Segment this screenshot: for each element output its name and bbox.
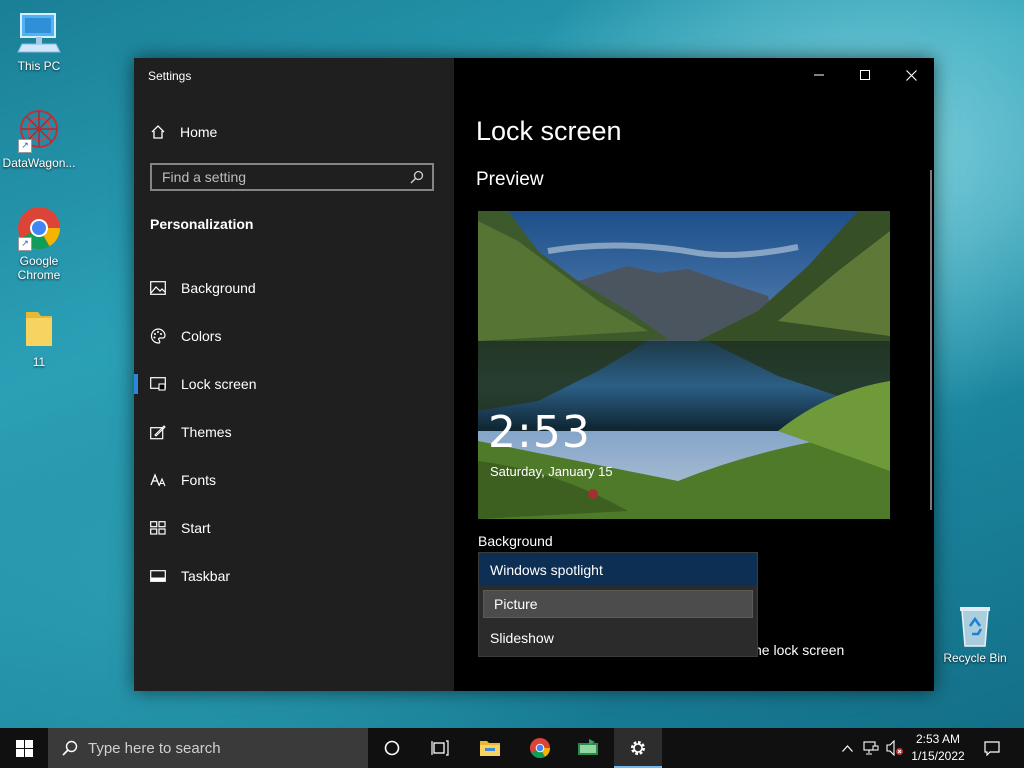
close-button[interactable] bbox=[888, 58, 934, 92]
network-icon bbox=[863, 741, 879, 755]
sidebar-item-label: Fonts bbox=[181, 472, 217, 488]
lock-screen-preview: 2:53 Saturday, January 15 bbox=[478, 211, 890, 519]
search-placeholder: Find a setting bbox=[162, 169, 247, 185]
sidebar-item-label: Start bbox=[181, 520, 211, 536]
gear-icon bbox=[631, 741, 645, 755]
taskbar-clock[interactable]: 2:53 AM 1/15/2022 bbox=[906, 731, 970, 765]
recycle-bin-icon bbox=[952, 602, 998, 648]
app-taskbar-button[interactable] bbox=[564, 728, 612, 768]
section-heading: Personalization bbox=[150, 216, 254, 232]
sidebar-item-fonts[interactable]: Fonts bbox=[134, 456, 454, 504]
home-label: Home bbox=[180, 124, 218, 140]
app-monitor-icon bbox=[578, 739, 598, 755]
picture-icon bbox=[150, 280, 166, 296]
find-setting-input[interactable]: Find a setting bbox=[150, 163, 434, 191]
themes-icon bbox=[150, 424, 166, 440]
maximize-icon bbox=[860, 70, 870, 80]
clock-date: 1/15/2022 bbox=[911, 749, 965, 763]
partial-setting-text: he lock screen bbox=[754, 642, 845, 658]
desktop-icon-recycle-bin[interactable]: Recycle Bin bbox=[937, 602, 1013, 665]
dropdown-option-windows-spotlight[interactable]: Windows spotlight bbox=[479, 553, 757, 586]
notification-icon bbox=[984, 740, 1000, 756]
preview-date: Saturday, January 15 bbox=[490, 464, 613, 479]
sidebar-item-colors[interactable]: Colors bbox=[134, 312, 454, 360]
dropdown-option-slideshow[interactable]: Slideshow bbox=[479, 621, 757, 654]
dropdown-option-picture[interactable]: Picture bbox=[483, 590, 753, 618]
desktop-icon-label: Google Chrome bbox=[17, 254, 61, 282]
sidebar-item-background[interactable]: Background bbox=[134, 264, 454, 312]
minimize-icon bbox=[814, 74, 824, 76]
minimize-button[interactable] bbox=[796, 58, 842, 92]
shortcut-arrow-icon: ↗ bbox=[18, 139, 32, 153]
home-icon bbox=[151, 125, 165, 139]
preview-time: 2:53 bbox=[488, 407, 591, 458]
settings-sidebar: Settings Home Find a setting Personaliza… bbox=[134, 58, 454, 691]
datawagon-icon: ↗ bbox=[16, 107, 62, 153]
chevron-up-icon bbox=[841, 744, 853, 752]
windows-logo-icon bbox=[15, 739, 33, 757]
settings-taskbar-button[interactable] bbox=[614, 728, 662, 768]
sidebar-item-label: Background bbox=[181, 280, 256, 296]
desktop-icon-google-chrome[interactable]: ↗ Google Chrome bbox=[1, 205, 77, 282]
maximize-button[interactable] bbox=[842, 58, 888, 92]
taskbar-search-box[interactable]: Type here to search bbox=[48, 728, 368, 768]
fonts-icon bbox=[150, 472, 166, 488]
search-icon bbox=[62, 740, 78, 756]
sidebar-item-taskbar[interactable]: Taskbar bbox=[134, 552, 454, 600]
search-icon bbox=[410, 170, 424, 184]
sidebar-item-label: Themes bbox=[181, 424, 232, 440]
personalization-nav: Background Colors Lock screen Themes Fon… bbox=[134, 264, 454, 600]
desktop-icon-label: DataWagon... bbox=[2, 156, 76, 170]
background-label: Background bbox=[478, 533, 553, 549]
sidebar-item-label: Taskbar bbox=[181, 568, 231, 584]
close-icon bbox=[905, 69, 917, 81]
preview-heading: Preview bbox=[476, 169, 544, 190]
taskbar: Type here to search 2:53 AM 1/15/2022 bbox=[0, 728, 1024, 768]
desktop-icon-folder-11[interactable]: 11 bbox=[1, 306, 77, 369]
sidebar-item-label: Colors bbox=[181, 328, 222, 344]
taskbar-search-placeholder: Type here to search bbox=[88, 739, 221, 757]
volume-button[interactable] bbox=[884, 728, 906, 768]
task-view-icon bbox=[431, 740, 449, 756]
sidebar-item-themes[interactable]: Themes bbox=[134, 408, 454, 456]
chrome-icon: ↗ bbox=[16, 205, 62, 251]
chrome-icon bbox=[529, 737, 551, 759]
start-button[interactable] bbox=[0, 728, 48, 768]
window-title: Settings bbox=[148, 69, 192, 83]
file-explorer-icon bbox=[480, 741, 500, 756]
sidebar-item-lock-screen[interactable]: Lock screen bbox=[134, 360, 454, 408]
desktop-icon-label: This PC bbox=[17, 59, 61, 73]
volume-muted-icon bbox=[886, 740, 903, 756]
lock-screen-icon bbox=[150, 376, 166, 392]
sidebar-item-label: Lock screen bbox=[181, 376, 257, 392]
desktop-icon-label: 11 bbox=[32, 355, 46, 369]
task-view-button[interactable] bbox=[416, 728, 464, 768]
desktop-icon-datawagon[interactable]: ↗ DataWagon... bbox=[1, 107, 77, 170]
settings-window: Settings Home Find a setting Personaliza… bbox=[134, 58, 934, 691]
palette-icon bbox=[150, 328, 166, 344]
file-explorer-button[interactable] bbox=[466, 728, 514, 768]
taskbar-icon bbox=[150, 568, 166, 584]
sidebar-item-start[interactable]: Start bbox=[134, 504, 454, 552]
scrollbar[interactable] bbox=[930, 170, 932, 510]
page-title: Lock screen bbox=[476, 116, 622, 146]
computer-icon bbox=[16, 10, 62, 56]
start-icon bbox=[150, 520, 166, 536]
action-center-button[interactable] bbox=[976, 728, 1008, 768]
shortcut-arrow-icon: ↗ bbox=[18, 237, 32, 251]
cortana-circle-icon bbox=[384, 740, 400, 756]
folder-icon bbox=[16, 306, 62, 352]
settings-main-pane: Lock screen Preview 2:53 Saturday, Janua… bbox=[454, 58, 934, 691]
chrome-taskbar-button[interactable] bbox=[516, 728, 564, 768]
clock-time: 2:53 AM bbox=[915, 732, 961, 746]
show-hidden-icons-button[interactable] bbox=[838, 728, 856, 768]
desktop-icon-label: Recycle Bin bbox=[943, 651, 1007, 665]
cortana-button[interactable] bbox=[368, 728, 416, 768]
home-link[interactable]: Home bbox=[150, 122, 217, 142]
background-dropdown-list[interactable]: Windows spotlight Picture Slideshow bbox=[478, 552, 758, 657]
network-button[interactable] bbox=[860, 728, 882, 768]
desktop-icon-this-pc[interactable]: This PC bbox=[1, 10, 77, 73]
